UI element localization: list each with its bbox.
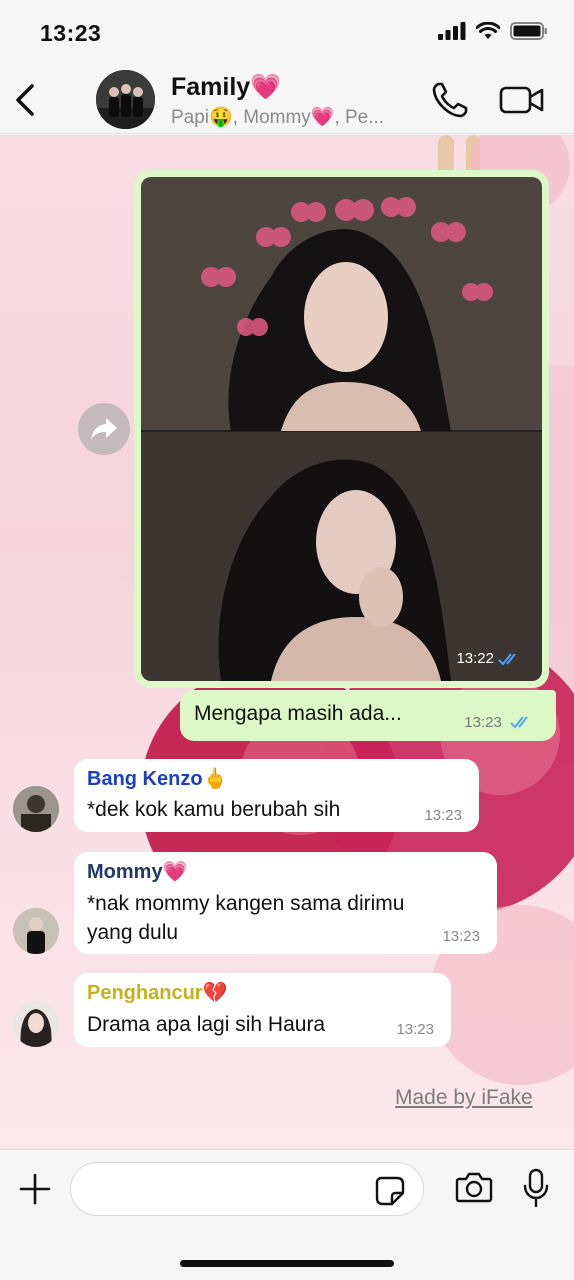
video-call-button[interactable] [499, 82, 545, 118]
message-text: yang dulu [87, 921, 179, 944]
avatar[interactable] [13, 908, 59, 954]
sticker-button[interactable] [375, 1176, 405, 1206]
plus-icon [19, 1173, 51, 1205]
read-ticks-icon [498, 652, 516, 665]
sticker-icon [375, 1176, 405, 1206]
input-bar [0, 1149, 574, 1280]
avatar[interactable] [13, 1001, 59, 1047]
message-time: 13:23 [396, 1021, 434, 1038]
message-text: Drama apa lagi sih Haura [87, 1013, 326, 1036]
outgoing-message-time: 13:23 [464, 714, 534, 731]
message-text: *dek kok kamu berubah sih [87, 798, 341, 821]
wifi-icon [476, 22, 500, 39]
message-text: *nak mommy kangen sama dirimu [87, 892, 405, 915]
sender-name[interactable]: Bang Kenzo🖕 [87, 766, 227, 791]
chat-area[interactable]: 13:22 Mengapa masih ada... 13:23 Bang Ke… [0, 135, 574, 1149]
message-input[interactable] [70, 1162, 424, 1216]
battery-icon [510, 22, 547, 40]
incoming-message[interactable]: Penghancur💔 Drama apa lagi sih Haura 13:… [74, 973, 451, 1047]
home-indicator[interactable] [180, 1260, 394, 1267]
group-avatar[interactable] [96, 70, 155, 129]
photo-collage[interactable]: 13:22 [141, 177, 542, 681]
incoming-message[interactable]: Bang Kenzo🖕 *dek kok kamu berubah sih 13… [74, 759, 479, 832]
avatar[interactable] [13, 786, 59, 832]
camera-button[interactable] [455, 1170, 493, 1204]
forward-button[interactable] [78, 403, 130, 455]
message-time: 13:23 [424, 807, 462, 824]
signal-icon [438, 22, 466, 40]
incoming-message[interactable]: Mommy💗 *nak mommy kangen sama dirimu yan… [74, 852, 497, 954]
back-icon [16, 84, 34, 116]
sender-name[interactable]: Penghancur💔 [87, 980, 227, 1005]
image-timestamp: 13:22 [456, 650, 522, 667]
status-icons [438, 22, 548, 40]
camera-icon [455, 1172, 493, 1203]
attach-button[interactable] [18, 1172, 52, 1206]
mic-button[interactable] [523, 1168, 549, 1208]
read-ticks-icon [510, 716, 528, 729]
outgoing-message[interactable]: Mengapa masih ada... 13:23 [180, 690, 556, 741]
group-title[interactable]: Family💗 [171, 73, 281, 102]
forward-icon [91, 418, 117, 440]
group-members[interactable]: Papi🤑, Mommy💗, Pe... [171, 105, 384, 129]
video-icon [499, 86, 544, 114]
voice-call-button[interactable] [430, 80, 470, 120]
sender-name[interactable]: Mommy💗 [87, 859, 187, 884]
chat-header: Family💗 Papi🤑, Mommy💗, Pe... [0, 66, 574, 134]
back-button[interactable] [12, 80, 40, 120]
mic-icon [523, 1168, 549, 1208]
image-message[interactable]: 13:22 [134, 170, 549, 688]
status-bar: 13:23 [0, 0, 574, 66]
message-time: 13:23 [442, 928, 480, 945]
status-time: 13:23 [40, 20, 102, 46]
watermark[interactable]: Made by iFake [395, 1086, 533, 1110]
outgoing-message-text: Mengapa masih ada... [194, 702, 402, 725]
phone-icon [432, 82, 468, 118]
